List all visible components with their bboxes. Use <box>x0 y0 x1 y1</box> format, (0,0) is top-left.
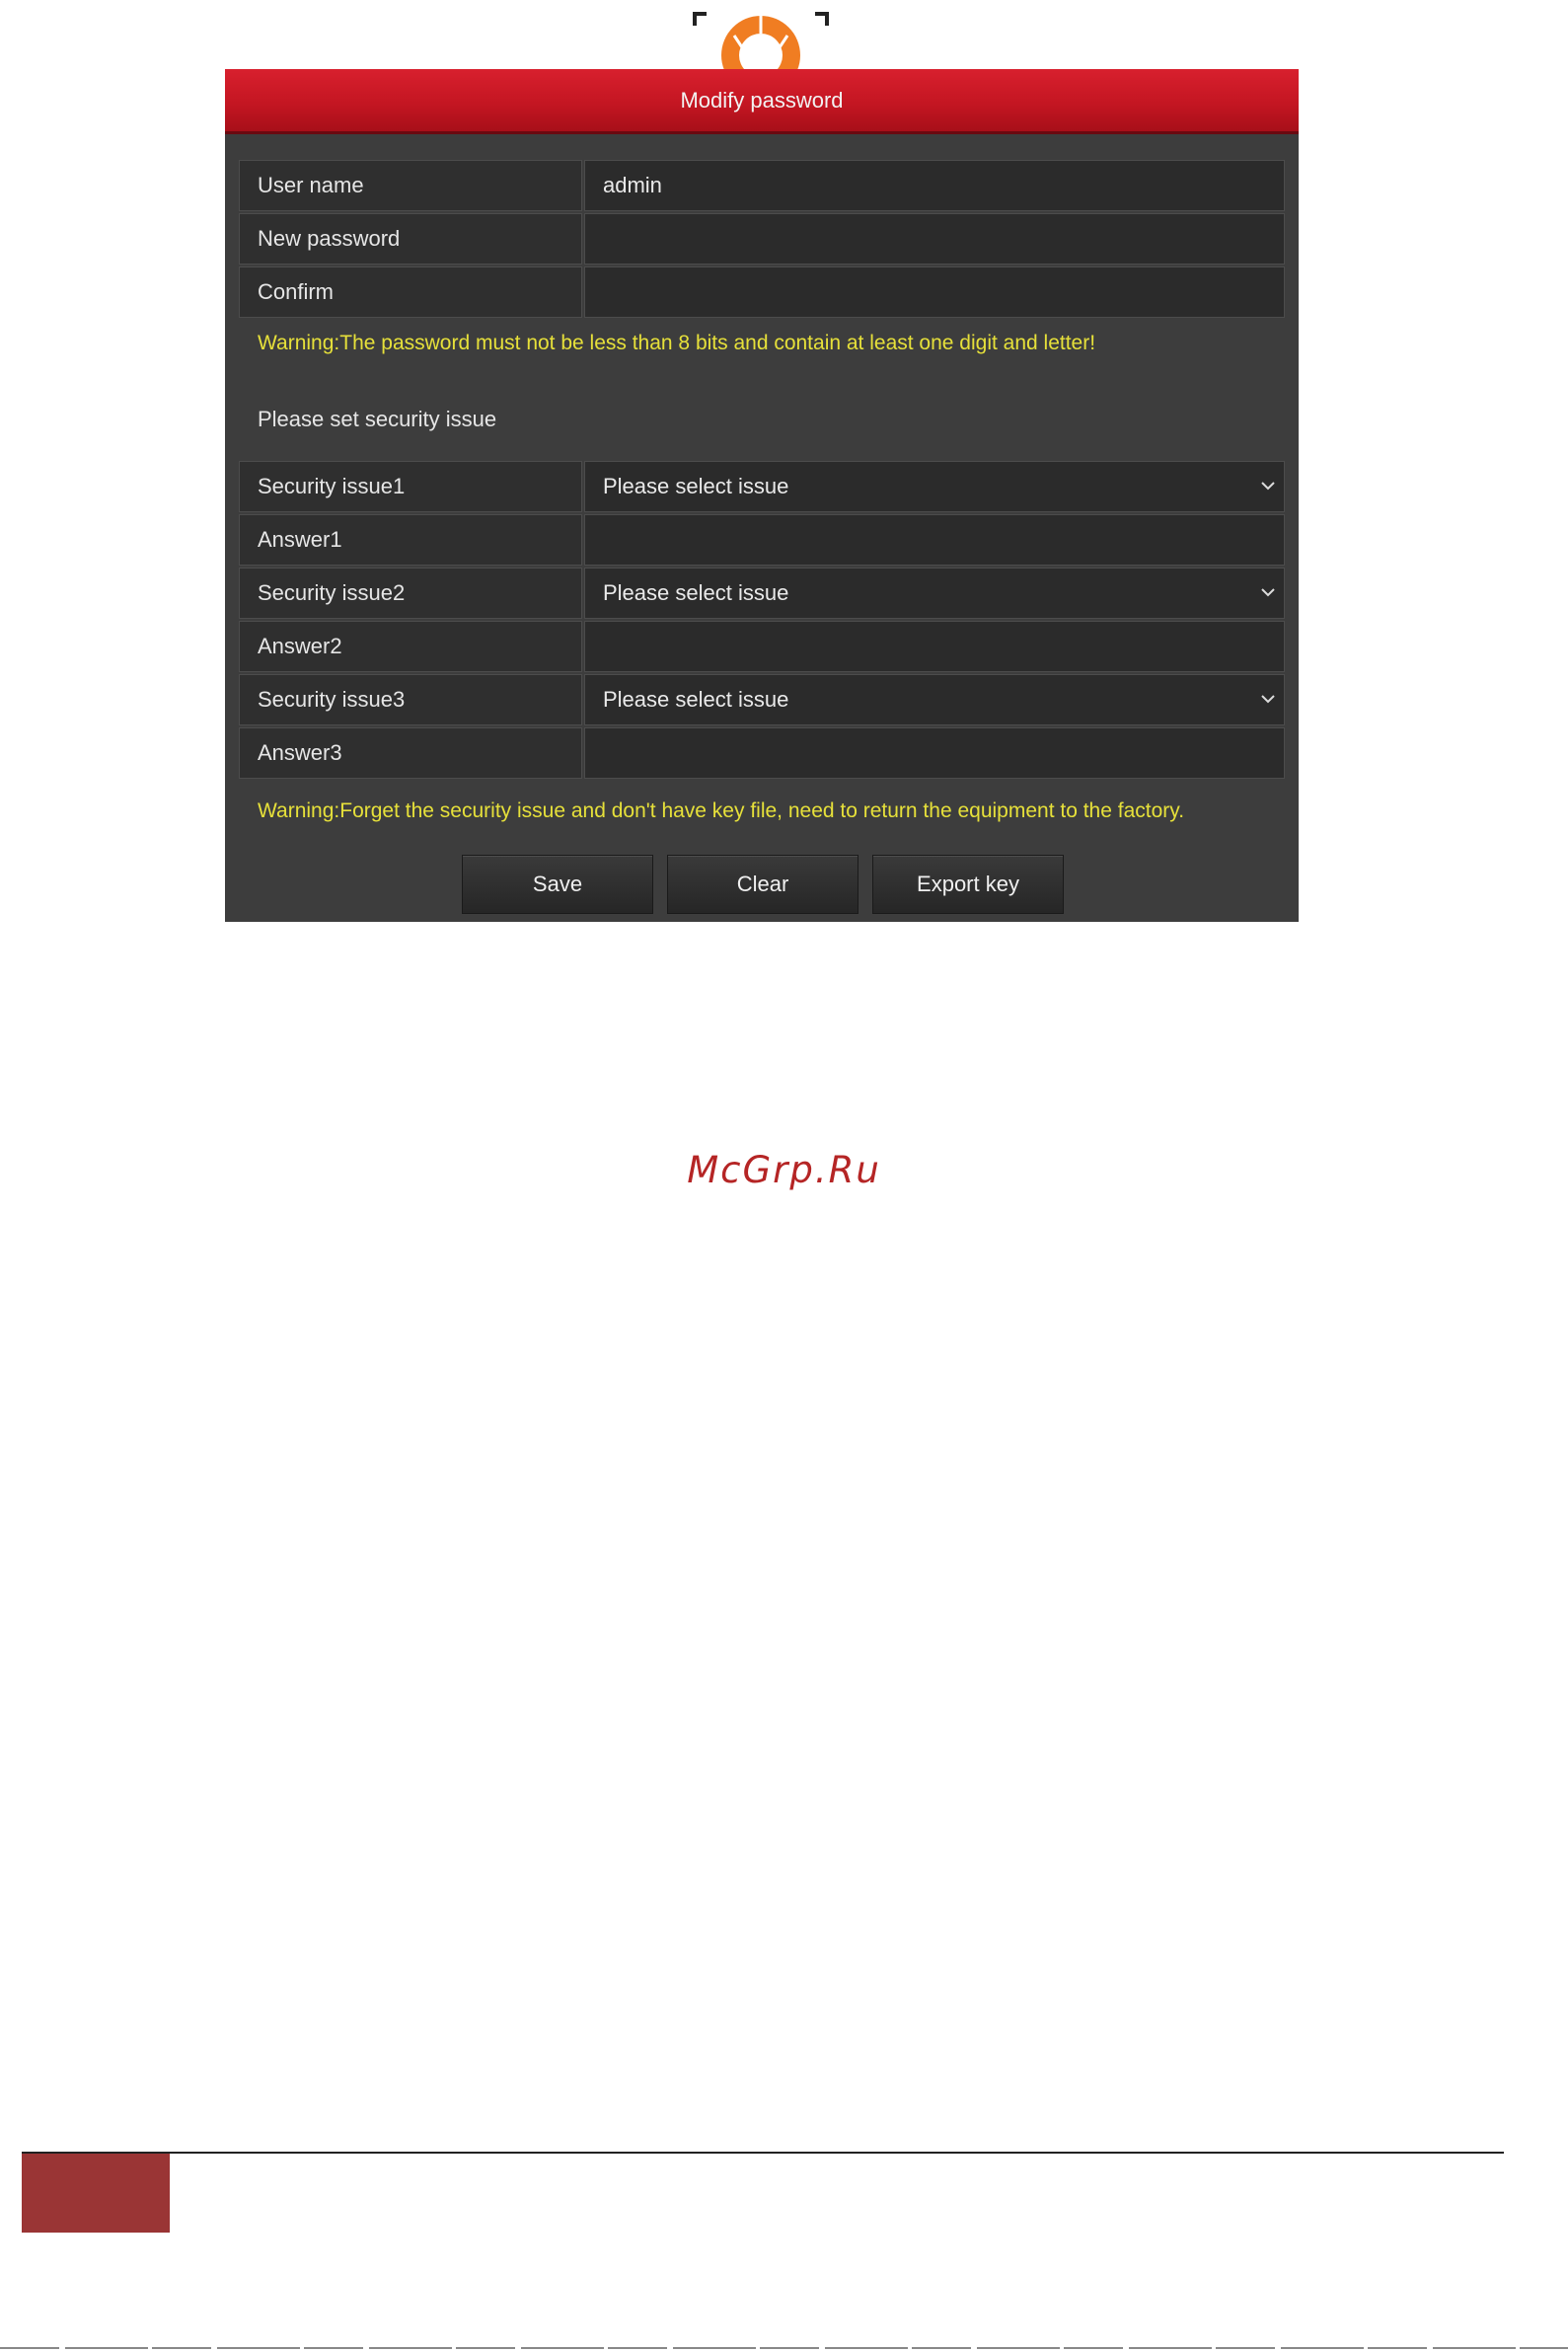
form-row-security-issue1: Security issue1 Please select issue <box>239 461 1285 512</box>
confirm-password-input[interactable] <box>603 268 1250 316</box>
form-row-username: User name admin <box>239 160 1285 211</box>
answer1-label: Answer1 <box>239 514 582 566</box>
security-issue3-label: Security issue3 <box>239 674 582 725</box>
security-section-title: Please set security issue <box>258 407 497 431</box>
footer-divider <box>22 2152 1504 2154</box>
form-row-new-password: New password <box>239 213 1285 265</box>
form-row-confirm: Confirm <box>239 266 1285 318</box>
new-password-label: New password <box>239 213 582 265</box>
security-issue2-select[interactable]: Please select issue <box>584 568 1285 619</box>
chevron-down-icon[interactable] <box>1258 689 1278 709</box>
save-button[interactable]: Save <box>462 855 653 914</box>
new-password-input[interactable] <box>603 215 1250 263</box>
form-row-answer2: Answer2 <box>239 621 1285 672</box>
security-issue2-label: Security issue2 <box>239 568 582 619</box>
clear-button[interactable]: Clear <box>667 855 859 914</box>
answer2-input[interactable] <box>603 623 1250 670</box>
security-issue1-value: Please select issue <box>603 474 789 498</box>
security-form: Security issue1 Please select issue Answ… <box>239 461 1285 781</box>
confirm-label: Confirm <box>239 266 582 318</box>
form-row-answer1: Answer1 <box>239 514 1285 566</box>
security-warning: Warning:Forget the security issue and do… <box>258 799 1185 822</box>
security-issue2-value: Please select issue <box>603 580 789 605</box>
footer-color-block <box>22 2154 170 2233</box>
answer1-cell <box>584 514 1285 566</box>
answer2-cell <box>584 621 1285 672</box>
security-issue3-select[interactable]: Please select issue <box>584 674 1285 725</box>
account-form: User name admin New password Confirm <box>239 160 1285 320</box>
form-row-security-issue2: Security issue2 Please select issue <box>239 568 1285 619</box>
answer3-input[interactable] <box>603 729 1250 777</box>
security-issue1-label: Security issue1 <box>239 461 582 512</box>
answer1-input[interactable] <box>603 516 1250 564</box>
dialog-titlebar: Modify password <box>225 69 1299 134</box>
export-key-button[interactable]: Export key <box>872 855 1064 914</box>
bottom-dashed-line <box>0 2347 1568 2349</box>
confirm-password-cell <box>584 266 1285 318</box>
answer3-label: Answer3 <box>239 727 582 779</box>
username-value: admin <box>584 160 1285 211</box>
form-row-security-issue3: Security issue3 Please select issue <box>239 674 1285 725</box>
username-label: User name <box>239 160 582 211</box>
watermark: McGrp.Ru <box>687 1149 881 1191</box>
security-issue1-select[interactable]: Please select issue <box>584 461 1285 512</box>
chevron-down-icon[interactable] <box>1258 476 1278 495</box>
password-warning: Warning:The password must not be less th… <box>258 332 1096 354</box>
chevron-down-icon[interactable] <box>1258 582 1278 602</box>
aperture-logo-icon <box>693 12 829 75</box>
dialog-title: Modify password <box>680 87 844 113</box>
new-password-cell <box>584 213 1285 265</box>
security-issue3-value: Please select issue <box>603 687 789 712</box>
modify-password-dialog: Modify password User name admin New pass… <box>225 69 1299 922</box>
form-row-answer3: Answer3 <box>239 727 1285 779</box>
page: Modify password User name admin New pass… <box>0 0 1568 2352</box>
answer2-label: Answer2 <box>239 621 582 672</box>
answer3-cell <box>584 727 1285 779</box>
